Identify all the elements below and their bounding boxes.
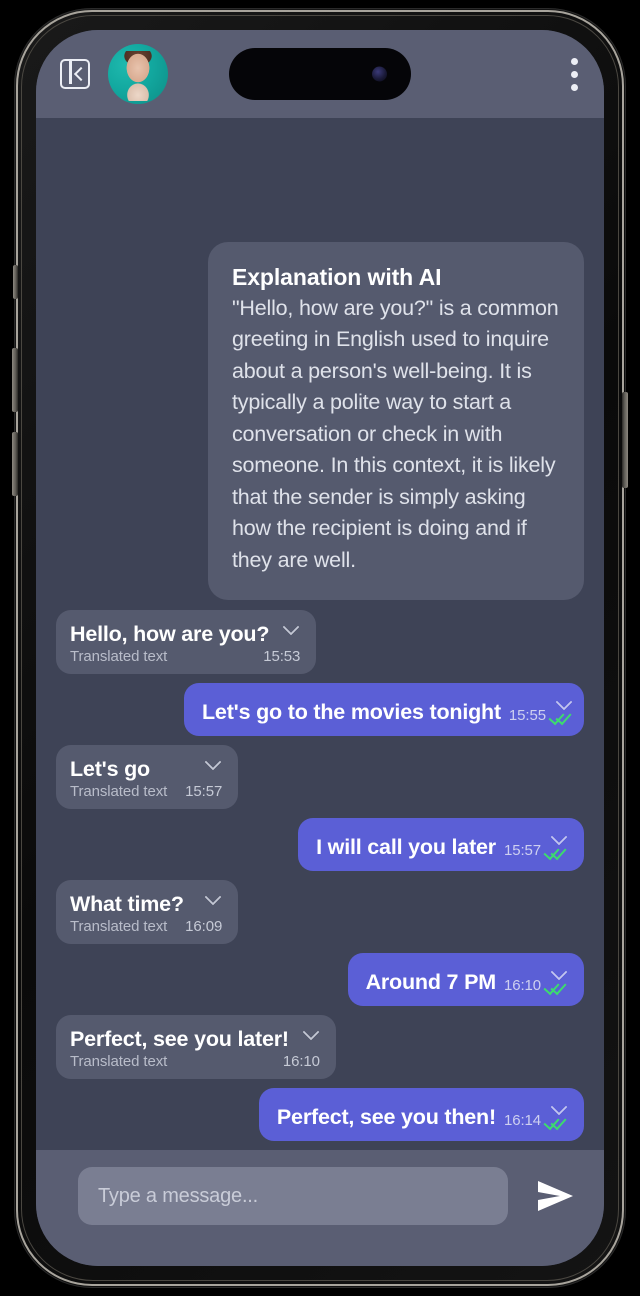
message-row: Perfect, see you later! Translated text 16…	[56, 1015, 584, 1079]
message-primary-line: Hello, how are you?	[70, 621, 300, 647]
message-text: Perfect, see you later!	[70, 1027, 289, 1051]
message-input[interactable]: Type a message...	[78, 1167, 508, 1225]
incoming-message-bubble[interactable]: Perfect, see you later! Translated text 16…	[56, 1015, 336, 1079]
volume-down-button[interactable]	[12, 432, 18, 496]
message-timestamp: 15:53	[263, 648, 301, 665]
volume-up-button[interactable]	[12, 348, 18, 412]
message-timestamp: 15:57	[185, 783, 223, 800]
avatar[interactable]	[108, 44, 168, 104]
message-text: I will call you later	[316, 835, 496, 859]
chevron-down-icon[interactable]	[303, 1026, 320, 1036]
read-double-check-icon	[546, 979, 568, 993]
message-meta-line: Translated text 16:10	[70, 1053, 320, 1070]
chevron-down-icon[interactable]	[551, 831, 568, 841]
read-double-check-icon	[546, 844, 568, 858]
front-camera-icon	[372, 66, 387, 82]
message-primary-line: What time?	[70, 891, 222, 917]
ai-explanation-title: Explanation with AI	[232, 263, 442, 290]
message-row: Around 7 PM 16:10	[56, 953, 584, 1006]
message-text: What time?	[70, 892, 184, 916]
incoming-message-bubble[interactable]: Let's go Translated text 15:57	[56, 745, 239, 809]
message-meta-line: Translated text 15:53	[70, 648, 300, 665]
message-text: Around 7 PM	[365, 970, 497, 994]
message-timestamp: 16:10	[503, 977, 541, 994]
message-text: Perfect, see you then!	[276, 1105, 496, 1129]
dynamic-island	[229, 48, 411, 100]
message-timestamp: 15:57	[503, 842, 541, 859]
message-status-row: 15:57	[504, 842, 568, 859]
message-timestamp: 16:10	[282, 1053, 320, 1070]
message-row: Perfect, see you then! 16:14	[56, 1088, 584, 1141]
chevron-down-icon[interactable]	[205, 756, 222, 766]
menu-dot	[570, 83, 578, 91]
ai-explanation-card: Explanation with AI "Hello, how are you?…	[208, 241, 584, 600]
chevron-down-icon[interactable]	[205, 891, 222, 901]
message-row: I will call you later 15:57	[56, 818, 584, 871]
avatar-portrait	[117, 51, 159, 102]
message-text: Hello, how are you?	[70, 622, 270, 646]
translated-label: Translated text	[70, 1053, 168, 1070]
message-list[interactable]: Explanation with AI "Hello, how are you?…	[36, 118, 604, 1150]
outgoing-message-bubble[interactable]: Around 7 PM 16:10	[347, 953, 584, 1006]
translated-label: Translated text	[70, 918, 168, 935]
chevron-down-icon[interactable]	[551, 1101, 568, 1111]
power-button[interactable]	[622, 392, 628, 488]
message-meta-line: 16:14	[504, 1101, 568, 1130]
message-meta-line: Translated text 15:57	[70, 783, 222, 800]
message-row: Let's go to the movies tonight 15:55	[56, 683, 584, 736]
message-row: Let's go Translated text 15:57	[56, 745, 584, 809]
message-timestamp: 15:55	[508, 707, 546, 724]
ai-explanation-body: "Hello, how are you?" is a common greeti…	[232, 295, 559, 572]
message-timestamp: 16:14	[503, 1112, 541, 1129]
outgoing-message-bubble[interactable]: Perfect, see you then! 16:14	[258, 1088, 584, 1141]
messages-container: Hello, how are you? Translated text 15:53 L…	[56, 610, 584, 1150]
chat-app-bar	[36, 30, 604, 118]
message-status-row: 16:14	[504, 1112, 568, 1129]
chevron-down-icon[interactable]	[551, 966, 568, 976]
chevron-down-icon[interactable]	[556, 696, 573, 706]
incoming-message-bubble[interactable]: Hello, how are you? Translated text 15:53	[56, 610, 317, 674]
message-status-row: 15:55	[509, 707, 573, 724]
message-primary-line: Perfect, see you later!	[70, 1026, 320, 1052]
panel-collapse-left-icon[interactable]	[60, 58, 90, 89]
menu-dot	[570, 70, 578, 78]
silent-switch-button[interactable]	[13, 265, 18, 299]
translated-label: Translated text	[70, 783, 168, 800]
message-primary-line: Let's go	[70, 756, 222, 782]
message-composer: Type a message...	[36, 1150, 604, 1266]
message-meta-line: 16:10	[504, 966, 568, 995]
incoming-message-bubble[interactable]: What time? Translated text 16:09	[56, 880, 239, 944]
message-text: Let's go to the movies tonight	[202, 700, 501, 724]
message-status-row: 16:10	[504, 977, 568, 994]
chat-top-spacer	[56, 118, 584, 242]
message-meta-line: 15:55	[509, 696, 573, 725]
message-input-placeholder: Type a message...	[98, 1184, 259, 1207]
message-row: What time? Translated text 16:09	[56, 880, 584, 944]
menu-dot	[570, 57, 578, 65]
message-row: Hello, how are you? Translated text 15:53	[56, 610, 584, 674]
translated-label: Translated text	[70, 648, 168, 665]
phone-screen: Explanation with AI "Hello, how are you?…	[36, 30, 604, 1266]
message-timestamp: 16:09	[185, 918, 223, 935]
message-meta-line: 15:57	[504, 831, 568, 860]
outgoing-message-bubble[interactable]: Let's go to the movies tonight 15:55	[184, 683, 584, 736]
screenshot-stage: Explanation with AI "Hello, how are you?…	[0, 0, 640, 1296]
message-meta-line: Translated text 16:09	[70, 918, 222, 935]
message-text: Let's go	[70, 757, 150, 781]
read-double-check-icon	[551, 709, 573, 723]
send-paper-plane-icon	[538, 1181, 573, 1211]
chevron-down-icon[interactable]	[283, 621, 300, 631]
overflow-menu-icon[interactable]	[570, 57, 578, 91]
read-double-check-icon	[546, 1114, 568, 1128]
send-button[interactable]	[530, 1170, 582, 1222]
outgoing-message-bubble[interactable]: I will call you later 15:57	[298, 818, 584, 871]
